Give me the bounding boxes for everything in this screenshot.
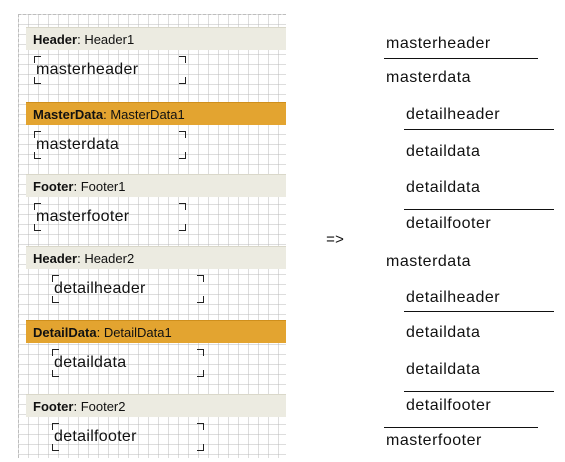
- band-header-header1[interactable]: Header: Header1: [26, 27, 286, 50]
- output-line: masterheader: [386, 35, 491, 52]
- field-text: detailheader: [54, 280, 146, 297]
- field-detailfooter[interactable]: detailfooter: [52, 423, 204, 451]
- band-content-masterdata1[interactable]: masterdata: [26, 125, 286, 170]
- underline-rule: [384, 58, 538, 59]
- band-header-masterdata1[interactable]: MasterData: MasterData1: [26, 102, 286, 125]
- field-masterdata[interactable]: masterdata: [34, 131, 186, 159]
- field-detaildata[interactable]: detaildata: [52, 349, 204, 377]
- output-line: masterfooter: [386, 432, 482, 449]
- output-line: detaildata: [406, 361, 481, 378]
- result-arrow: =>: [326, 232, 345, 249]
- band-type: Footer: [33, 399, 74, 414]
- band-name: Footer1: [80, 179, 126, 194]
- band-header-footer1[interactable]: Footer: Footer1: [26, 174, 286, 197]
- output-line: detailheader: [406, 106, 501, 123]
- band-name: Header2: [84, 251, 135, 266]
- field-text: detaildata: [54, 354, 127, 371]
- band-type: DetailData: [33, 325, 97, 340]
- output-line: detaildata: [406, 143, 481, 160]
- underline-rule: [404, 129, 554, 130]
- band-header-header2[interactable]: Header: Header2: [26, 246, 286, 269]
- band-header-detaildata1[interactable]: DetailData: DetailData1: [26, 320, 286, 343]
- band-type: Footer: [33, 179, 74, 194]
- band-name: MasterData1: [110, 107, 185, 122]
- overline-rule: [404, 209, 554, 210]
- output-line: detaildata: [406, 324, 481, 341]
- field-text: detailfooter: [54, 428, 137, 445]
- band-content-footer2[interactable]: detailfooter: [26, 417, 286, 462]
- field-text: masterdata: [36, 136, 120, 153]
- output-line: detailfooter: [406, 215, 492, 232]
- band-name: Header1: [84, 32, 135, 47]
- band-name: Footer2: [80, 399, 126, 414]
- output-line: detailheader: [406, 289, 501, 306]
- band-header-footer2[interactable]: Footer: Footer2: [26, 394, 286, 417]
- band-content-header1[interactable]: masterheader: [26, 50, 286, 95]
- output-line: masterdata: [386, 69, 472, 86]
- output-line: masterdata: [386, 253, 472, 270]
- band-content-footer1[interactable]: masterfooter: [26, 197, 286, 242]
- field-detailheader[interactable]: detailheader: [52, 275, 204, 303]
- band-content-header2[interactable]: detailheader: [26, 269, 286, 314]
- band-content-detaildata1[interactable]: detaildata: [26, 343, 286, 388]
- overline-rule: [384, 427, 538, 428]
- band-type: Header: [33, 251, 78, 266]
- output-line: detaildata: [406, 179, 481, 196]
- output-line: detailfooter: [406, 397, 492, 414]
- field-text: masterfooter: [36, 208, 130, 225]
- overline-rule: [404, 391, 554, 392]
- field-masterheader[interactable]: masterheader: [34, 56, 186, 84]
- field-text: masterheader: [36, 61, 139, 78]
- band-name: DetailData1: [103, 325, 172, 340]
- band-type: MasterData: [33, 107, 104, 122]
- band-type: Header: [33, 32, 78, 47]
- underline-rule: [404, 311, 554, 312]
- field-masterfooter[interactable]: masterfooter: [34, 203, 186, 231]
